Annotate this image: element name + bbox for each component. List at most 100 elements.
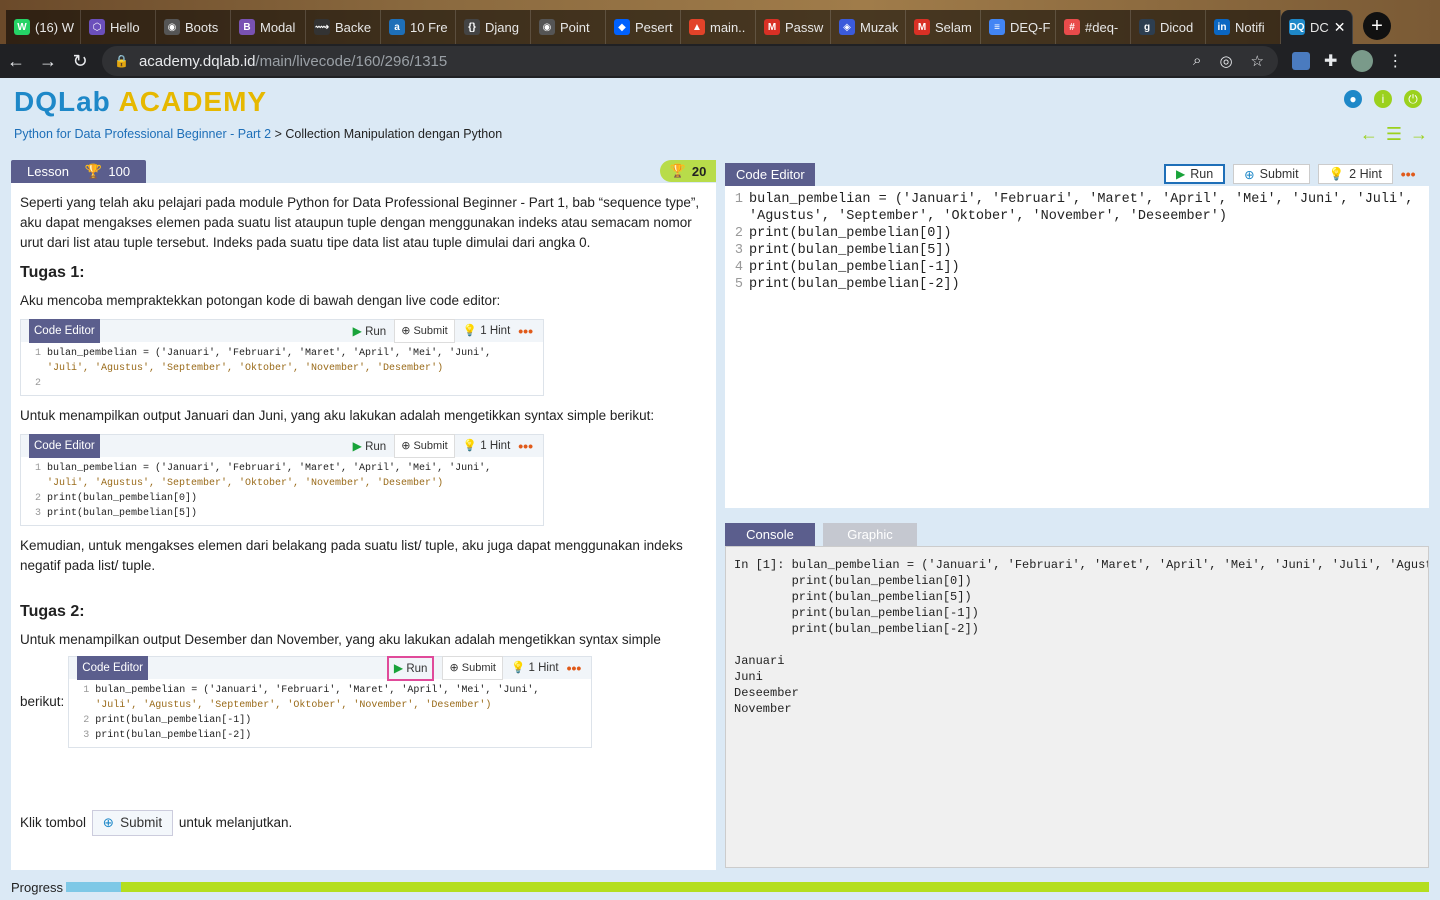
console-output: In [1]: bulan_pembelian = ('Januari', 'F…	[725, 546, 1429, 868]
snippet-line: print(bulan_pembelian[-2])	[95, 730, 252, 741]
lesson-tab[interactable]: Lesson 🏆 100	[11, 160, 146, 183]
submit-label: Submit	[1259, 167, 1299, 181]
browser-tab[interactable]: g Dicod	[1131, 10, 1206, 44]
browser-tab-label: main..	[710, 19, 746, 35]
globe-icon: ◉	[164, 19, 180, 35]
zoom-icon[interactable]: ⌕	[1193, 52, 1201, 70]
linkedin-icon: in	[1214, 19, 1230, 35]
browser-tab[interactable]: ▲ main..	[681, 10, 756, 44]
star-icon[interactable]: ☆	[1251, 52, 1264, 70]
code-snippet-image-3: Code Editor ▶ Run ⊕ Submit 💡 1 Hint ••• …	[68, 655, 593, 748]
profile-icon[interactable]: ●	[1344, 90, 1362, 108]
score-badge: 🏆 20	[660, 160, 716, 182]
puzzle-icon[interactable]: ✚	[1324, 51, 1337, 71]
browser-tab-label: Pesert	[635, 19, 673, 35]
snippet-title: Code Editor	[29, 434, 100, 458]
snippet-run: ▶ Run	[352, 323, 387, 338]
tab-console[interactable]: Console	[725, 523, 815, 546]
code-text: print(bulan_pembelian[-1])	[749, 260, 960, 275]
prev-arrow-icon[interactable]: ←	[1360, 124, 1378, 145]
browser-tab[interactable]: a 10 Fre	[381, 10, 456, 44]
browser-tab[interactable]: ⬡ Hello	[81, 10, 156, 44]
line-number: 1	[734, 192, 743, 207]
code-text: print(bulan_pembelian[5])	[749, 243, 952, 258]
browser-tab[interactable]: ◉ Boots	[156, 10, 231, 44]
address-bar[interactable]: 🔒 academy.dqlab.id/main/livecode/160/296…	[102, 46, 1278, 76]
snippet-submit: ⊕ Submit	[394, 319, 455, 343]
run-button[interactable]: ▶ Run	[1164, 164, 1226, 184]
gmail-icon: M	[914, 19, 930, 35]
line-number: 3	[734, 243, 743, 258]
forward-icon[interactable]: →	[32, 51, 64, 72]
browser-tab-label: DC	[1310, 19, 1329, 35]
progress-bar	[66, 882, 1429, 892]
line-number: 2	[734, 226, 743, 241]
browser-tab-label: 10 Fre	[410, 19, 448, 35]
gdocs-icon: ≡	[989, 19, 1005, 35]
docs-icon: a	[389, 19, 405, 35]
browser-tab[interactable]: M Selam	[906, 10, 981, 44]
snippet-run: ▶ Run	[386, 655, 435, 681]
tab-graphic[interactable]: Graphic	[823, 523, 917, 546]
snippet-submit: ⊕ Submit	[394, 434, 455, 458]
lesson-intro: Seperti yang telah aku pelajari pada mod…	[20, 195, 700, 250]
final-before-text: Klik tombol	[20, 815, 87, 830]
snippet-more-icon: •••	[566, 660, 582, 676]
run-label: Run	[1190, 167, 1214, 181]
browser-tab[interactable]: B Modal	[231, 10, 306, 44]
browser-tab[interactable]: ≡ DEQ-F	[981, 10, 1056, 44]
bootstrap-icon: B	[239, 19, 255, 35]
browser-tab-bar: W (16) W ⬡ Hello ◉ Boots B Modal ⟿ Backe a 10 Fre {}…	[0, 0, 1440, 44]
close-tab-icon[interactable]: ✕	[1334, 19, 1346, 36]
snippet-run: ▶ Run	[352, 438, 387, 453]
browser-tab-label: Muzak	[860, 19, 899, 35]
final-after-text: untuk melanjutkan.	[178, 815, 293, 830]
more-options-icon[interactable]: •••	[1401, 166, 1416, 182]
browser-tab[interactable]: in Notifi	[1206, 10, 1281, 44]
editor-line: 4 print(bulan_pembelian[-1])	[725, 259, 1429, 276]
code-editor-tab[interactable]: Code Editor	[725, 163, 815, 186]
power-icon[interactable]: ⏻	[1404, 90, 1422, 108]
browser-tab[interactable]: ◉ Point	[531, 10, 606, 44]
list-icon[interactable]: ☰	[1386, 124, 1402, 145]
extension-icon[interactable]	[1292, 52, 1310, 70]
inline-submit-image: ⊕ Submit	[91, 810, 174, 836]
editor-line: 5 print(bulan_pembelian[-2])	[725, 276, 1429, 293]
new-tab-button[interactable]: +	[1363, 12, 1391, 40]
browser-tab-label: Boots	[185, 19, 219, 35]
negative-index-text: Kemudian, untuk mengakses elemen dari be…	[20, 538, 683, 573]
browser-tab[interactable]: ⟿ Backe	[306, 10, 381, 44]
lesson-points: 100	[108, 164, 131, 179]
snippet-line: bulan_pembelian = ('Januari', 'Februari'…	[47, 348, 492, 359]
dqlab-logo[interactable]: DQLab ACADEMY	[14, 86, 267, 118]
eye-off-icon[interactable]: ◎	[1219, 52, 1232, 70]
browser-tab[interactable]: # #deq-	[1056, 10, 1131, 44]
dqlab-icon: DQ	[1289, 19, 1305, 35]
info-icon[interactable]: i	[1374, 90, 1392, 108]
browser-tab[interactable]: DQ DC ✕	[1281, 10, 1353, 44]
menu-kebab-icon[interactable]: ⋮	[1387, 51, 1403, 71]
submit-button[interactable]: ⊕ Submit	[1233, 164, 1310, 184]
hint-button[interactable]: 💡 2 Hint	[1317, 164, 1393, 184]
breadcrumb-course-link[interactable]: Python for Data Professional Beginner - …	[14, 127, 271, 141]
code-editor[interactable]: 1 bulan_pembelian = ('Januari', 'Februari…	[725, 186, 1429, 508]
browser-tab-label: Backe	[335, 19, 372, 35]
browser-tab-label: DEQ-F	[1010, 19, 1051, 35]
browser-tab[interactable]: M Passw	[756, 10, 831, 44]
play-icon: ▶	[1176, 167, 1186, 181]
snippet-title: Code Editor	[77, 656, 149, 680]
browser-tab[interactable]: ◆ Pesert	[606, 10, 681, 44]
browser-tab-label: Selam	[935, 19, 972, 35]
gmail-icon: M	[764, 19, 780, 35]
snippet-line: 'Juli', 'Agustus', 'September', 'Oktober…	[47, 363, 444, 374]
next-arrow-icon[interactable]: →	[1410, 124, 1428, 145]
line-number: 5	[734, 277, 743, 292]
trophy-icon: 🏆	[669, 163, 686, 178]
browser-tab[interactable]: {} Djang	[456, 10, 531, 44]
browser-tab[interactable]: ◈ Muzak	[831, 10, 906, 44]
reload-icon[interactable]: ↻	[64, 51, 96, 72]
browser-tab[interactable]: W (16) W	[6, 10, 81, 44]
breadcrumb: Python for Data Professional Beginner - …	[14, 127, 502, 141]
back-icon[interactable]: ←	[0, 51, 32, 72]
profile-avatar[interactable]	[1351, 50, 1374, 72]
